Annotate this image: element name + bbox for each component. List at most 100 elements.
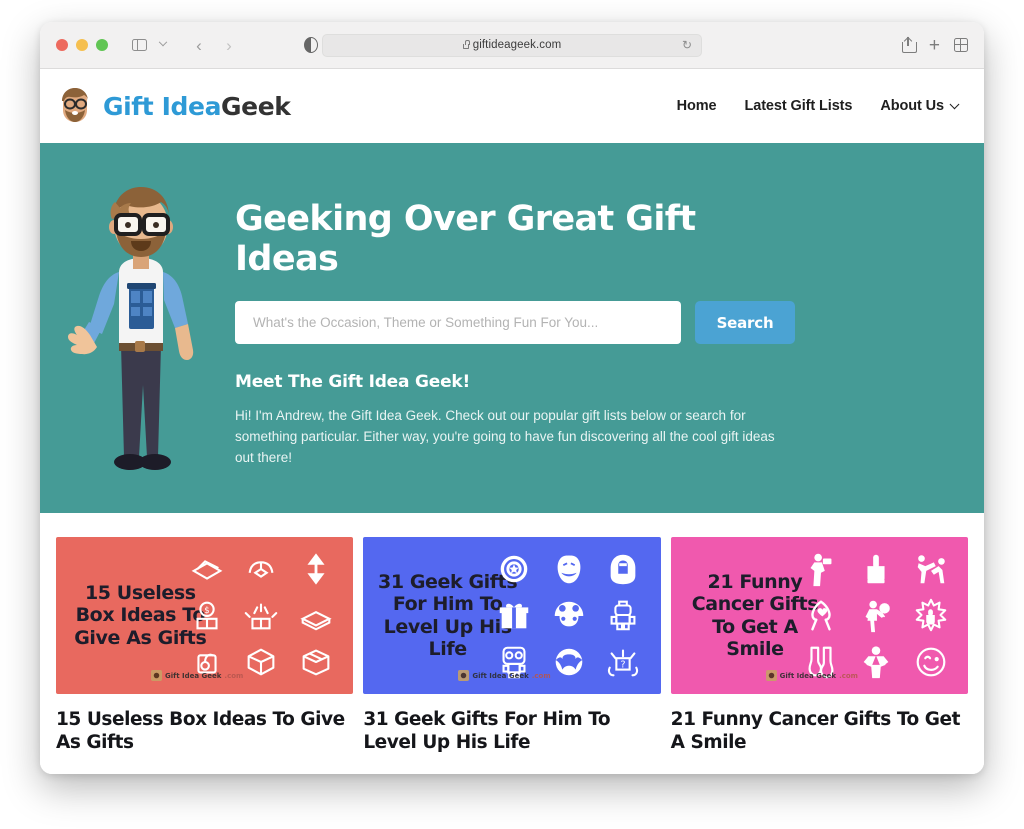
batman-logo-icon: [555, 648, 582, 676]
card-watermark: Gift Idea Geek .com: [765, 670, 858, 681]
mystery-box-icon: ?: [608, 649, 639, 677]
logo-text: Gift IdeaGeek: [103, 92, 291, 121]
hero-search-form: Search: [235, 301, 795, 344]
card-excerpt: Are you looking for the perfect gift for: [56, 771, 353, 774]
nav-item-latest-gift-lists[interactable]: Latest Gift Lists: [744, 98, 852, 114]
bearded-geek-avatar-icon: [62, 88, 88, 122]
gift-list-cards: 15 Useless Box Ideas To Give As Gifts $: [40, 513, 984, 774]
card-title[interactable]: 15 Useless Box Ideas To Give As Gifts: [56, 708, 353, 755]
sidebar-toggle-button[interactable]: [126, 33, 152, 57]
card-icon-grid: $: [179, 546, 343, 685]
search-button[interactable]: Search: [695, 301, 795, 344]
sidebar-toggle-icon: [131, 39, 147, 51]
logo-text-secondary: Geek: [221, 91, 291, 121]
watermark-text: Gift Idea Geek: [779, 671, 837, 680]
card-thumbnail[interactable]: 31 Geek Gifts For Him To Level Up His Li…: [363, 537, 661, 694]
card-excerpt: Looking for the ultimate list of geek gi…: [363, 771, 660, 774]
selfie-person-icon: [810, 553, 832, 587]
waving-geek-character-icon: [67, 187, 193, 470]
window-controls: [56, 39, 108, 51]
logo-text-primary: Gift Idea: [103, 91, 222, 121]
joker-icon: [556, 553, 581, 584]
nav-item-home[interactable]: Home: [677, 98, 717, 114]
privacy-shield-icon[interactable]: [304, 37, 318, 53]
awareness-ribbon-heart-icon: [811, 600, 832, 631]
card-title[interactable]: 31 Geek Gifts For Him To Level Up His Li…: [363, 708, 660, 755]
card-watermark: Gift Idea Geek .com: [458, 670, 551, 681]
chevron-down-icon: [949, 98, 960, 109]
mandalorian-helmet-icon: [610, 554, 636, 585]
card-title[interactable]: 21 Funny Cancer Gifts To Get A Smile: [671, 708, 968, 755]
card-icon-grid: ?: [487, 546, 651, 685]
main-navigation: Home Latest Gift Lists About Us: [677, 98, 960, 114]
reload-icon[interactable]: ↻: [682, 38, 692, 52]
forward-button[interactable]: ›: [216, 33, 242, 57]
page-title: Geeking Over Great Gift Ideas: [235, 199, 696, 279]
money-box-icon: $: [196, 602, 218, 630]
open-box-icon: [191, 560, 223, 580]
card-watermark: Gift Idea Geek .com: [151, 670, 243, 681]
browser-toolbar: ‹ › giftideageek.com ↻ +: [40, 22, 984, 69]
back-button[interactable]: ‹: [186, 33, 212, 57]
person-balloon-icon: [865, 601, 890, 633]
card-thumbnail[interactable]: 15 Useless Box Ideas To Give As Gifts $: [56, 537, 354, 694]
back-arrow-icon: ‹: [196, 35, 202, 55]
toolbar-nav-group: ‹ ›: [126, 33, 242, 57]
gift-box-icon: [499, 604, 529, 629]
flying-box-icon: [248, 561, 274, 579]
nav-label-latest-gift-lists: Latest Gift Lists: [744, 98, 853, 114]
maximize-window-button[interactable]: [96, 39, 108, 51]
share-button[interactable]: [901, 36, 917, 53]
lego-minifig-icon: [610, 601, 636, 631]
toolbar-actions: +: [901, 36, 969, 55]
svg-text:$: $: [204, 607, 209, 617]
hero-content: Geeking Over Great Gift Ideas Search Mee…: [235, 169, 835, 513]
superhero-icon: [863, 646, 889, 678]
tab-overview-button[interactable]: [953, 37, 969, 53]
minimize-window-button[interactable]: [76, 39, 88, 51]
new-tab-button[interactable]: +: [929, 36, 940, 55]
hero-illustration: [40, 169, 235, 513]
card-thumbnail[interactable]: 21 Funny Cancer Gifts To Get A Smile Gif…: [670, 537, 968, 694]
site-header: Gift IdeaGeek Home Latest Gift Lists Abo…: [40, 69, 984, 143]
hero-section: Geeking Over Great Gift Ideas Search Mee…: [40, 143, 984, 513]
package-icon: [302, 649, 330, 676]
captain-america-shield-icon: [500, 555, 528, 583]
card-funny-cancer-gifts: 21 Funny Cancer Gifts To Get A Smile Gif…: [670, 537, 968, 774]
web-page: Gift IdeaGeek Home Latest Gift Lists Abo…: [40, 69, 984, 774]
site-logo[interactable]: Gift IdeaGeek: [56, 86, 291, 126]
address-bar[interactable]: giftideageek.com ↻: [322, 33, 702, 57]
watermark-avatar-icon: [151, 670, 162, 681]
card-geek-gifts-for-him: 31 Geek Gifts For Him To Level Up His Li…: [363, 537, 661, 774]
watermark-text: Gift Idea Geek: [165, 671, 222, 680]
sidebar-dropdown-button[interactable]: [156, 33, 170, 57]
close-window-button[interactable]: [56, 39, 68, 51]
url-text: giftideageek.com: [472, 39, 562, 51]
nav-label-home: Home: [676, 98, 717, 114]
watermark-suffix: .com: [839, 671, 858, 680]
watermark-suffix: .com: [224, 671, 244, 680]
winking-smiley-icon: [916, 647, 946, 677]
flat-box-icon: [300, 611, 332, 631]
hero-paragraph: Hi! I'm Andrew, the Gift Idea Geek. Chec…: [235, 408, 775, 465]
chevron-down-icon: [158, 37, 168, 47]
middle-finger-icon: [867, 554, 885, 584]
watermark-avatar-icon: [765, 670, 777, 681]
nav-label-about-us: About Us: [880, 98, 944, 114]
mushroom-icon: [554, 602, 583, 627]
watermark-avatar-icon: [458, 670, 470, 681]
cube-outline-icon: [247, 648, 275, 676]
watermark-text: Gift Idea Geek: [472, 671, 529, 680]
nav-item-about-us[interactable]: About Us: [880, 98, 960, 114]
card-icon-grid: [794, 546, 958, 685]
card-excerpt: Whether you're awkward talking about can…: [671, 771, 968, 774]
fist-burst-icon: [915, 599, 946, 632]
watermark-suffix: .com: [531, 671, 551, 680]
up-down-arrow-icon: [307, 553, 325, 585]
browser-window: ‹ › giftideageek.com ↻ + Gift IdeaGeek H…: [40, 22, 984, 774]
lock-icon: [462, 40, 470, 49]
search-input[interactable]: [235, 301, 681, 344]
share-icon: [903, 36, 913, 45]
surprise-box-icon: [245, 603, 278, 630]
kick-person-icon: [917, 555, 945, 584]
